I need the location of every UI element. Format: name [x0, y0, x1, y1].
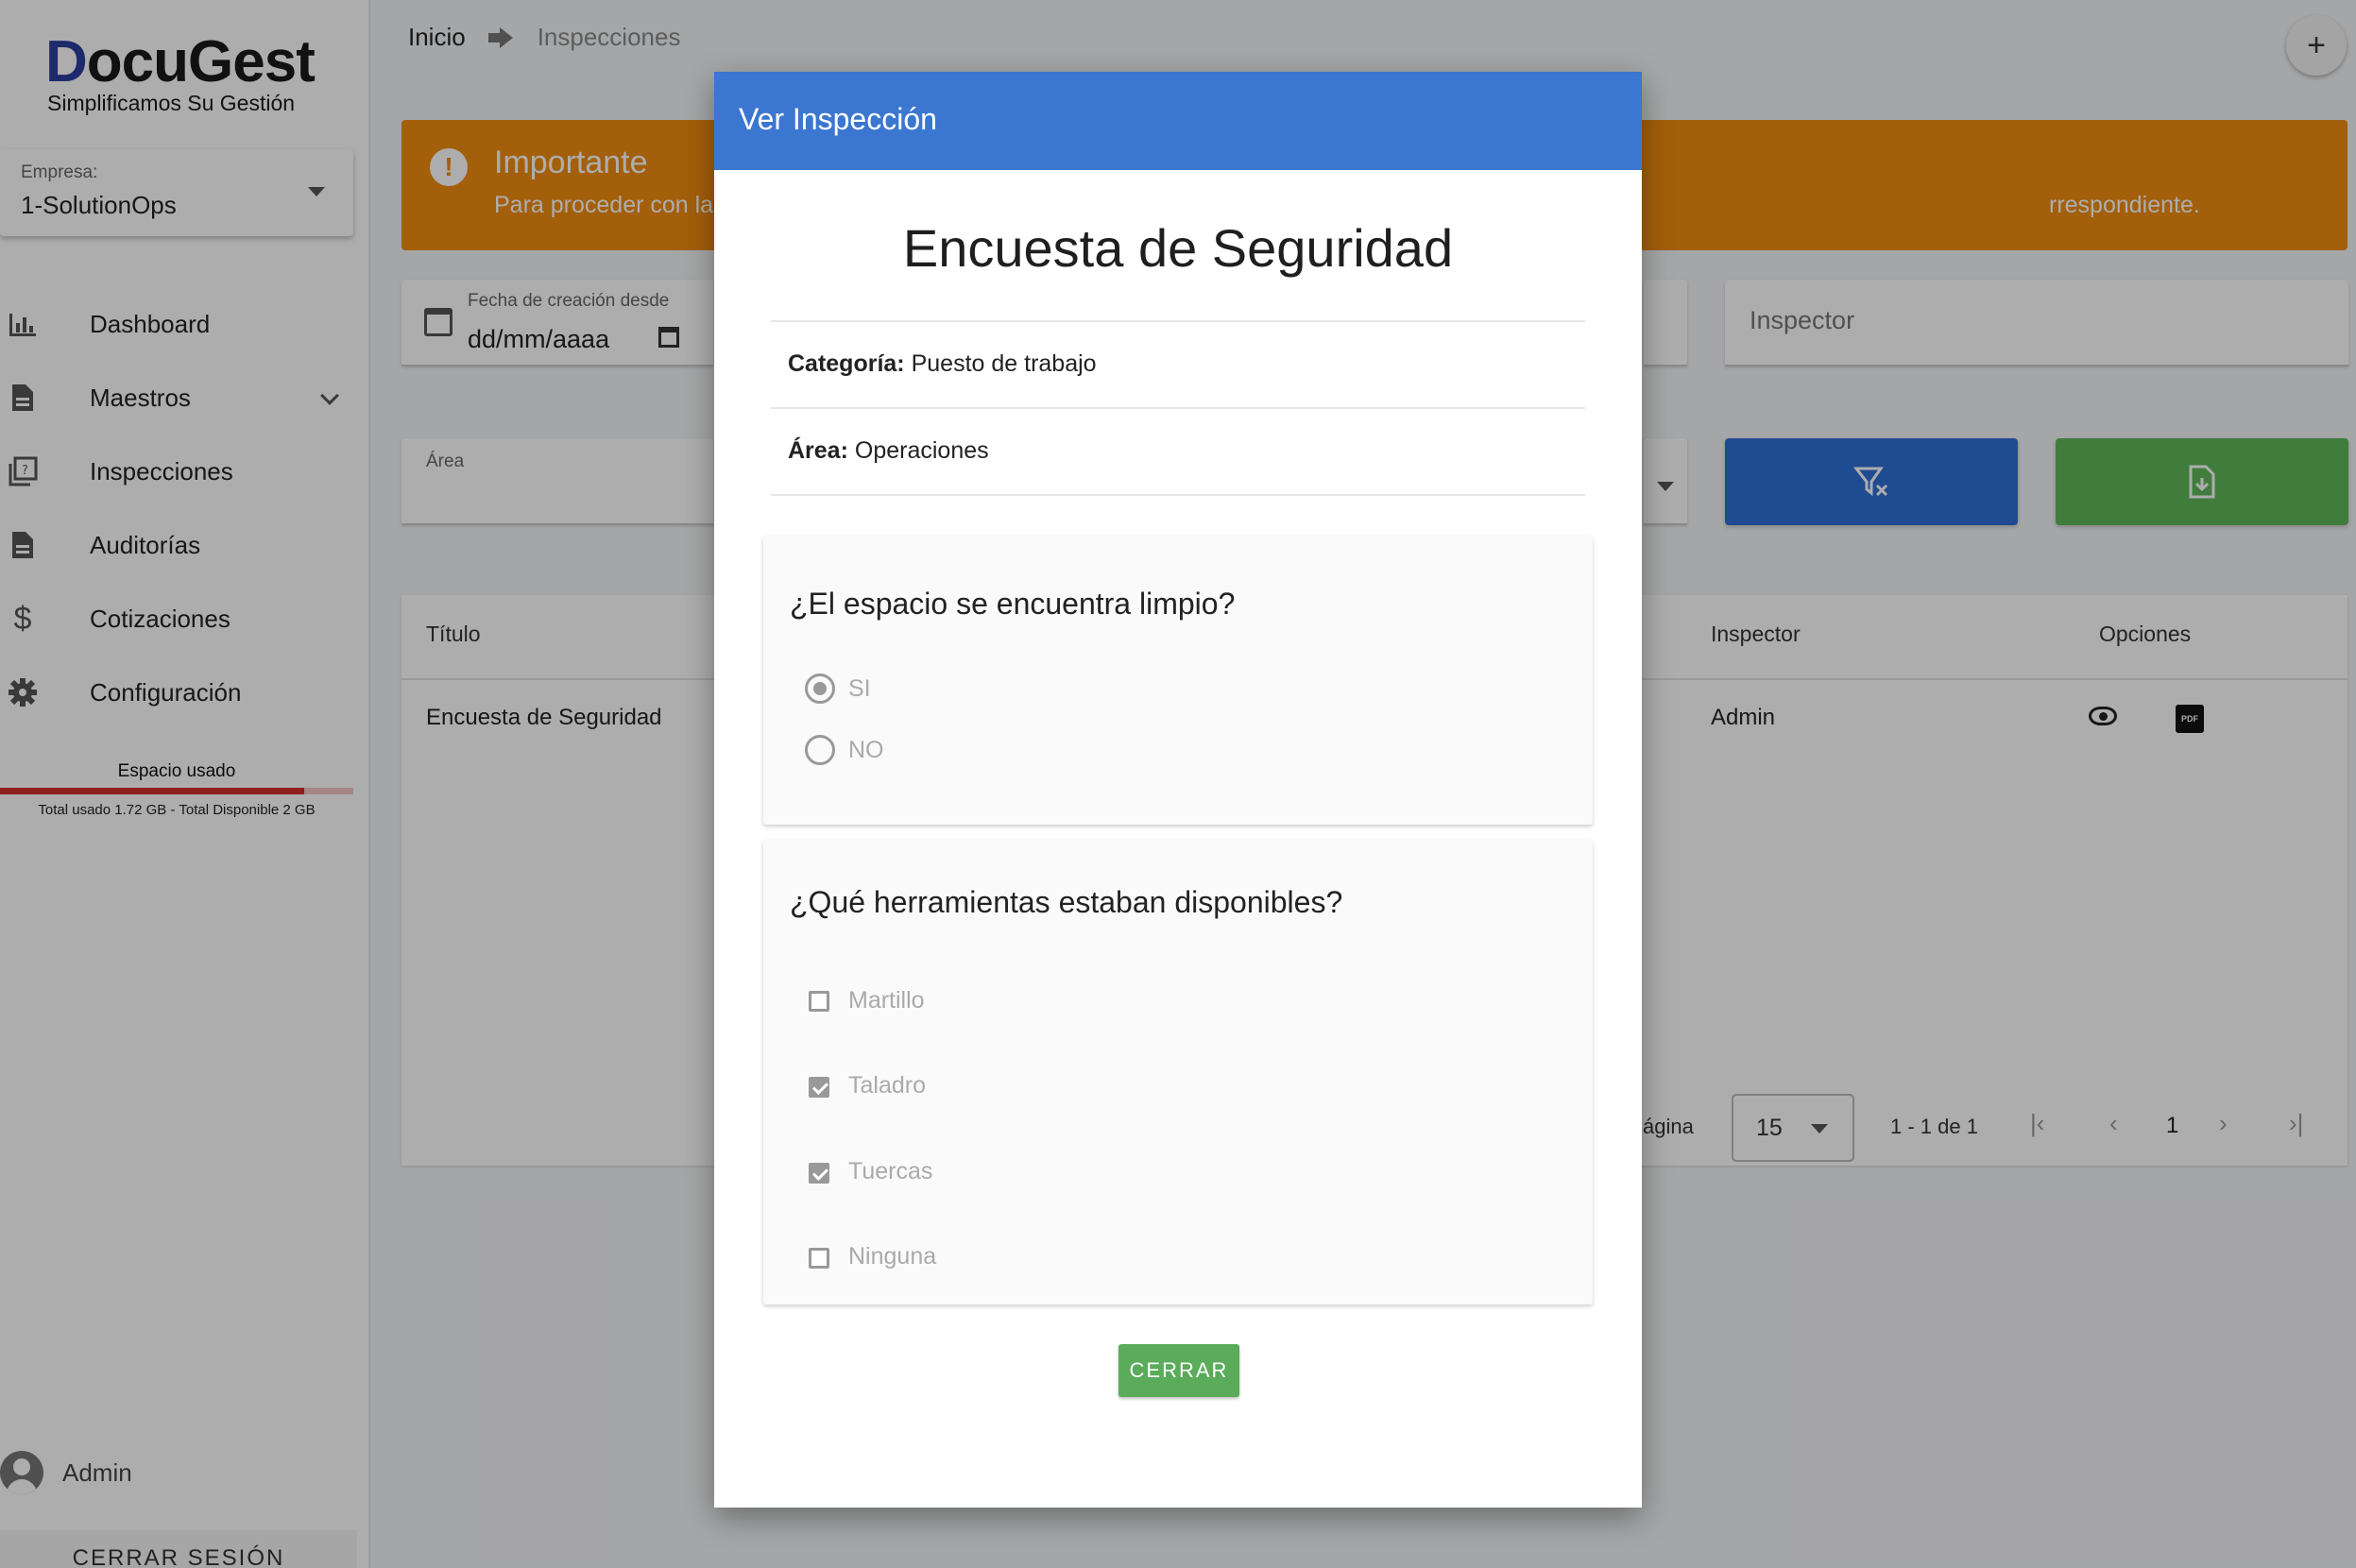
radio-si[interactable] [805, 673, 835, 704]
checkbox-martillo[interactable] [809, 991, 829, 1012]
option-label: Ninguna [848, 1243, 937, 1270]
question-text: ¿Qué herramientas estaban disponibles? [790, 885, 1343, 919]
category-label: Categoría: [788, 350, 905, 377]
option-label: SI [848, 675, 871, 702]
checkbox-taladro[interactable] [809, 1077, 829, 1098]
area-label: Área: [788, 437, 848, 464]
area-row: Área: Operaciones [771, 407, 1585, 494]
option-label: Taladro [848, 1072, 926, 1099]
area-value: Operaciones [854, 437, 989, 464]
close-button[interactable]: CERRAR [1118, 1344, 1239, 1397]
category-row: Categoría: Puesto de trabajo [771, 320, 1585, 407]
category-value: Puesto de trabajo [911, 350, 1097, 377]
option-label: NO [848, 737, 884, 763]
modal-title: Encuesta de Seguridad [902, 218, 1454, 278]
checkbox-tuercas[interactable] [809, 1163, 829, 1184]
question-card-clean: ¿El espacio se encuentra limpio? SI NO [763, 536, 1593, 825]
option-label: Tuercas [848, 1158, 933, 1185]
option-label: Martillo [848, 987, 925, 1014]
question-text: ¿El espacio se encuentra limpio? [790, 587, 1236, 621]
question-card-tools: ¿Qué herramientas estaban disponibles? M… [763, 840, 1593, 1304]
modal-header: Ver Inspección [714, 72, 1642, 170]
view-inspection-modal: Ver Inspección Encuesta de Seguridad Cat… [714, 72, 1642, 1508]
checkbox-ninguna[interactable] [809, 1248, 829, 1269]
radio-no[interactable] [805, 735, 835, 765]
